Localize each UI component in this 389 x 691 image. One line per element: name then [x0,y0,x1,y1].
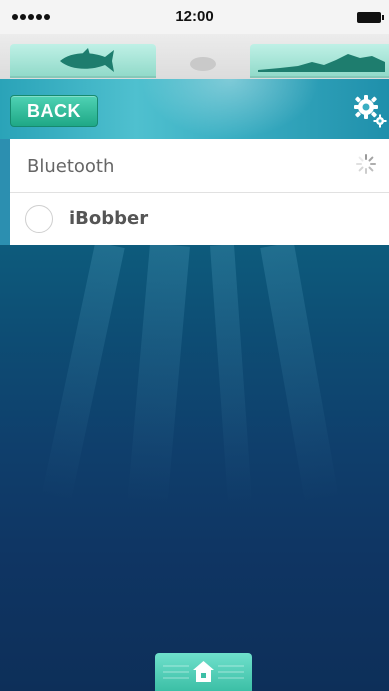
device-radio[interactable] [25,205,53,233]
tab-depth[interactable] [250,44,389,78]
back-button[interactable]: BACK [10,95,98,127]
status-bar: 12:00 [0,0,389,34]
home-button[interactable] [155,653,252,691]
depth-profile-icon [258,54,385,72]
battery-icon [357,12,384,23]
gear-icon[interactable] [350,92,388,130]
device-name: iBobber [69,208,149,229]
fish-icon [60,48,114,72]
tab-bobber[interactable] [163,44,243,78]
tab-fish[interactable] [10,44,156,78]
tab-bar [0,34,389,79]
status-time: 12:00 [175,8,214,25]
header: BACK [0,79,389,139]
home-icon [163,661,244,682]
bluetooth-label: Bluetooth [27,156,115,177]
device-row-ibobber[interactable]: iBobber [10,193,389,245]
loading-spinner-icon [356,154,376,174]
ocean-background [0,245,389,691]
bluetooth-panel: Bluetooth iBobber [10,139,389,245]
background-strip [0,139,10,245]
bluetooth-row: Bluetooth [10,139,389,193]
bobber-icon [190,57,216,71]
